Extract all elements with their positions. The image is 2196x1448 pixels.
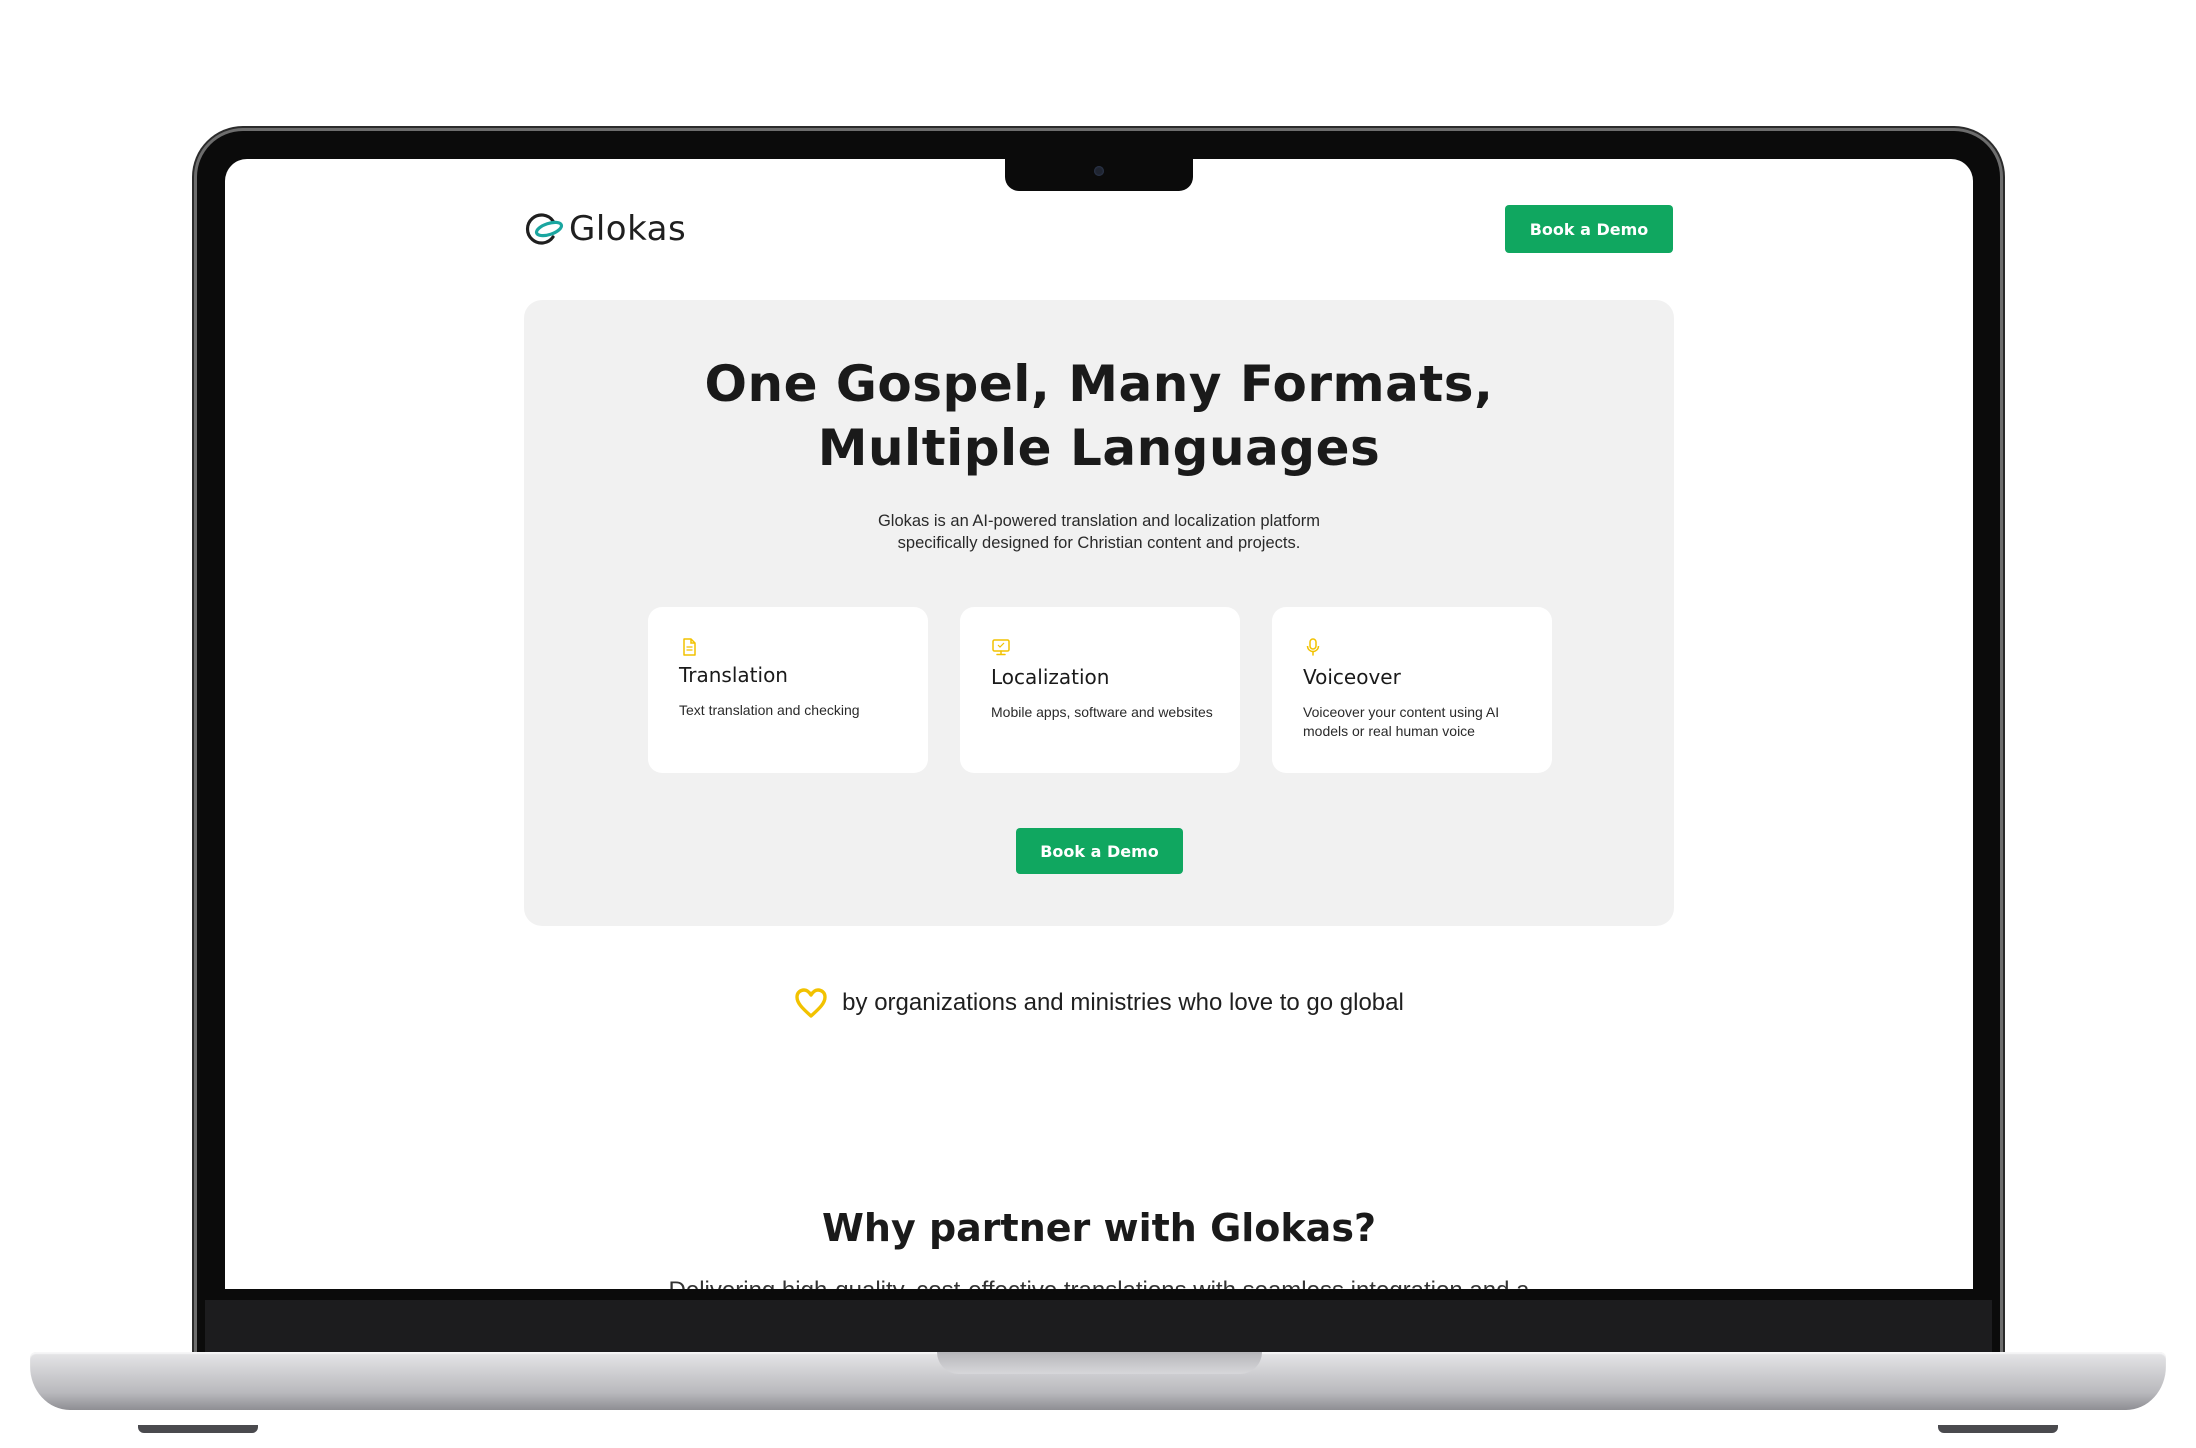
monitor-icon [992, 639, 1010, 656]
service-cards: Translation Text translation and checkin… [648, 607, 1552, 773]
heart-icon [795, 988, 827, 1018]
card-description: Text translation and checking [679, 702, 860, 718]
card-title: Translation [679, 663, 788, 687]
service-card-translation[interactable]: Translation Text translation and checkin… [648, 607, 928, 773]
brand-logo[interactable]: Glokas [523, 209, 686, 249]
hero-subtitle-line: Glokas is an AI-powered translation and … [877, 512, 1321, 530]
hero-title: One Gospel, Many Formats, Multiple Langu… [524, 352, 1674, 480]
why-subtitle: Delivering high-quality, cost-effective … [225, 1277, 1973, 1289]
service-card-voiceover[interactable]: Voiceover Voiceover your content using A… [1272, 607, 1552, 773]
trust-line: by organizations and ministries who love… [225, 987, 1973, 1019]
hero-book-demo-button[interactable]: Book a Demo [1016, 828, 1183, 874]
brand-name: Glokas [569, 209, 687, 249]
hero-subtitle-line: specifically designed for Christian cont… [897, 534, 1301, 552]
camera-icon [1094, 166, 1104, 176]
hero-title-line: One Gospel, Many Formats, [704, 355, 1494, 413]
top-nav: Glokas Book a Demo [523, 205, 1673, 255]
hero-section: One Gospel, Many Formats, Multiple Langu… [524, 300, 1674, 926]
service-card-localization[interactable]: Localization Mobile apps, software and w… [960, 607, 1240, 773]
laptop-foot-right [1938, 1425, 2058, 1433]
camera-notch [1005, 156, 1193, 191]
laptop-bezel-bottom [205, 1300, 1992, 1356]
laptop-base-notch [937, 1352, 1262, 1374]
document-icon [683, 638, 696, 656]
laptop-foot-left [138, 1425, 258, 1433]
card-description: Mobile apps, software and websites [991, 704, 1213, 720]
trust-text: by organizations and ministries who love… [842, 989, 1404, 1016]
hero-title-line: Multiple Languages [817, 419, 1381, 477]
why-heading: Why partner with Glokas? [822, 1206, 1376, 1250]
nav-book-demo-button[interactable]: Book a Demo [1505, 205, 1673, 253]
card-title: Voiceover [1303, 665, 1401, 689]
laptop-screen: Glokas Book a Demo One Gospel, Many Form… [225, 159, 1973, 1289]
hero-subtitle: Glokas is an AI-powered translation and … [524, 510, 1674, 554]
card-description: Voiceover your content using AI models o… [1303, 704, 1500, 739]
card-title: Localization [991, 665, 1110, 689]
glokas-logo-icon [525, 213, 564, 245]
microphone-icon [1306, 638, 1320, 656]
